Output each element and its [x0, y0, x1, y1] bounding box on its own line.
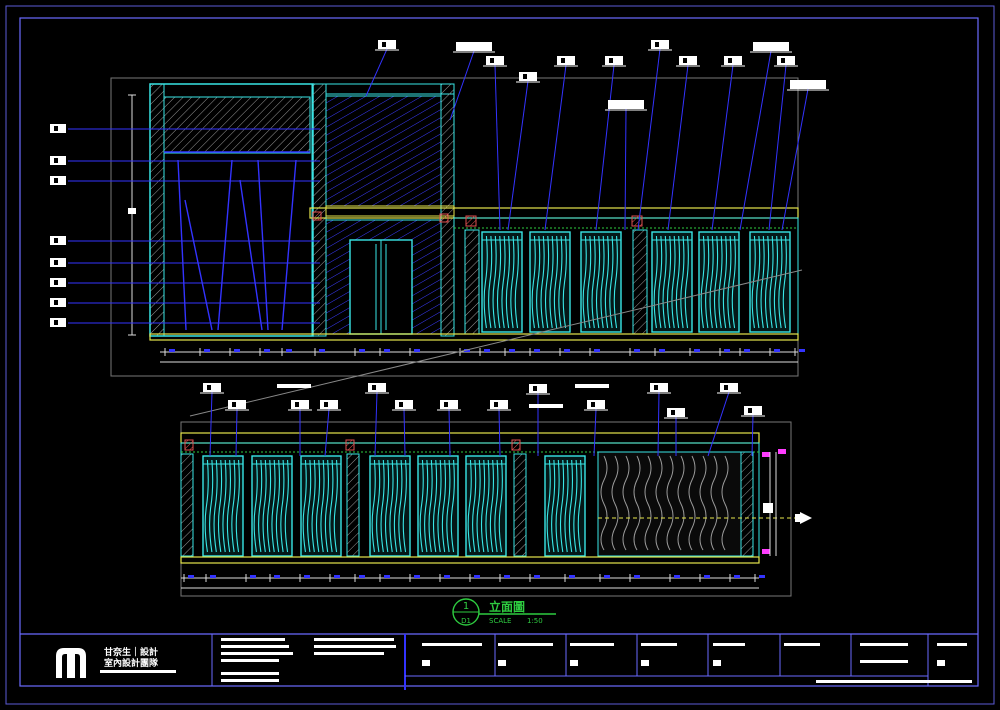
drawing-title-block: 1 D1 立面圖 SCALE 1:50 — [452, 598, 556, 626]
leader-line — [209, 391, 213, 457]
leader-line — [637, 48, 661, 231]
leader-line — [657, 391, 660, 457]
callout-tag — [605, 56, 623, 65]
sheet-ref: D1 — [461, 617, 471, 625]
leader-line — [781, 88, 809, 231]
callout-tag — [320, 400, 338, 409]
callout-tag — [790, 80, 826, 89]
leader-line — [707, 391, 730, 457]
cad-drawing-sheet: 1 D1 立面圖 SCALE 1:50 甘奈生｜設計 室內設計團隊 — [0, 0, 1000, 710]
callout-tag — [228, 400, 246, 409]
pillar — [632, 229, 648, 335]
callout-tag — [519, 72, 537, 81]
cad-canvas: 1 D1 立面圖 SCALE 1:50 甘奈生｜設計 室內設計團隊 — [5, 5, 995, 705]
callout-tag — [529, 384, 547, 393]
callout-tag — [720, 383, 738, 392]
callout-tag — [724, 56, 742, 65]
leader-line — [667, 64, 689, 231]
callout-tag — [667, 408, 685, 417]
detail-number: 1 — [463, 601, 469, 612]
callout-tag — [679, 56, 697, 65]
scale-value: 1:50 — [527, 617, 543, 625]
callout-tag — [608, 100, 644, 109]
callout-tag — [490, 400, 508, 409]
callout-tag — [291, 400, 309, 409]
upper-elevation — [110, 77, 805, 377]
leader-line — [711, 64, 734, 231]
scale-label: SCALE — [489, 617, 511, 625]
callout-tag — [378, 40, 396, 49]
leader-line — [448, 408, 451, 457]
callout-tag — [368, 383, 386, 392]
company-name: 甘奈生｜設計 — [104, 646, 158, 658]
pillar — [513, 453, 527, 557]
leader-line — [595, 64, 615, 231]
pillar — [346, 453, 360, 557]
leader-line — [498, 408, 501, 457]
callout-tag — [203, 383, 221, 392]
leader-line — [624, 108, 627, 231]
callout-tag — [456, 42, 492, 51]
callout-tag — [744, 406, 762, 415]
company-logo-icon — [56, 648, 86, 678]
callout-tag — [575, 384, 609, 388]
pillar — [180, 453, 194, 557]
callout-tag — [753, 42, 789, 51]
callout-tag — [650, 383, 668, 392]
lower-elevation — [180, 421, 812, 597]
sheet-title-block: 甘奈生｜設計 室內設計團隊 — [20, 633, 978, 690]
leader-line — [544, 64, 567, 231]
lower-callouts — [200, 383, 765, 457]
callout-tag — [277, 384, 311, 388]
leader-line — [374, 391, 378, 457]
leader-line — [494, 64, 501, 231]
leader-line — [403, 408, 406, 457]
drawing-title: 立面圖 — [489, 599, 525, 614]
pillar — [464, 229, 480, 335]
callout-tag — [557, 56, 575, 65]
callout-tag — [777, 56, 795, 65]
callout-tag — [440, 400, 458, 409]
callout-tag — [587, 400, 605, 409]
leader-line — [751, 414, 754, 457]
leader-line — [365, 48, 388, 97]
company-subtitle: 室內設計團隊 — [104, 657, 159, 669]
callout-tag — [651, 40, 669, 49]
callout-tag — [486, 56, 504, 65]
callout-tag — [529, 404, 563, 408]
callout-tag — [395, 400, 413, 409]
leader-line — [235, 408, 238, 457]
leader-line — [768, 64, 787, 231]
